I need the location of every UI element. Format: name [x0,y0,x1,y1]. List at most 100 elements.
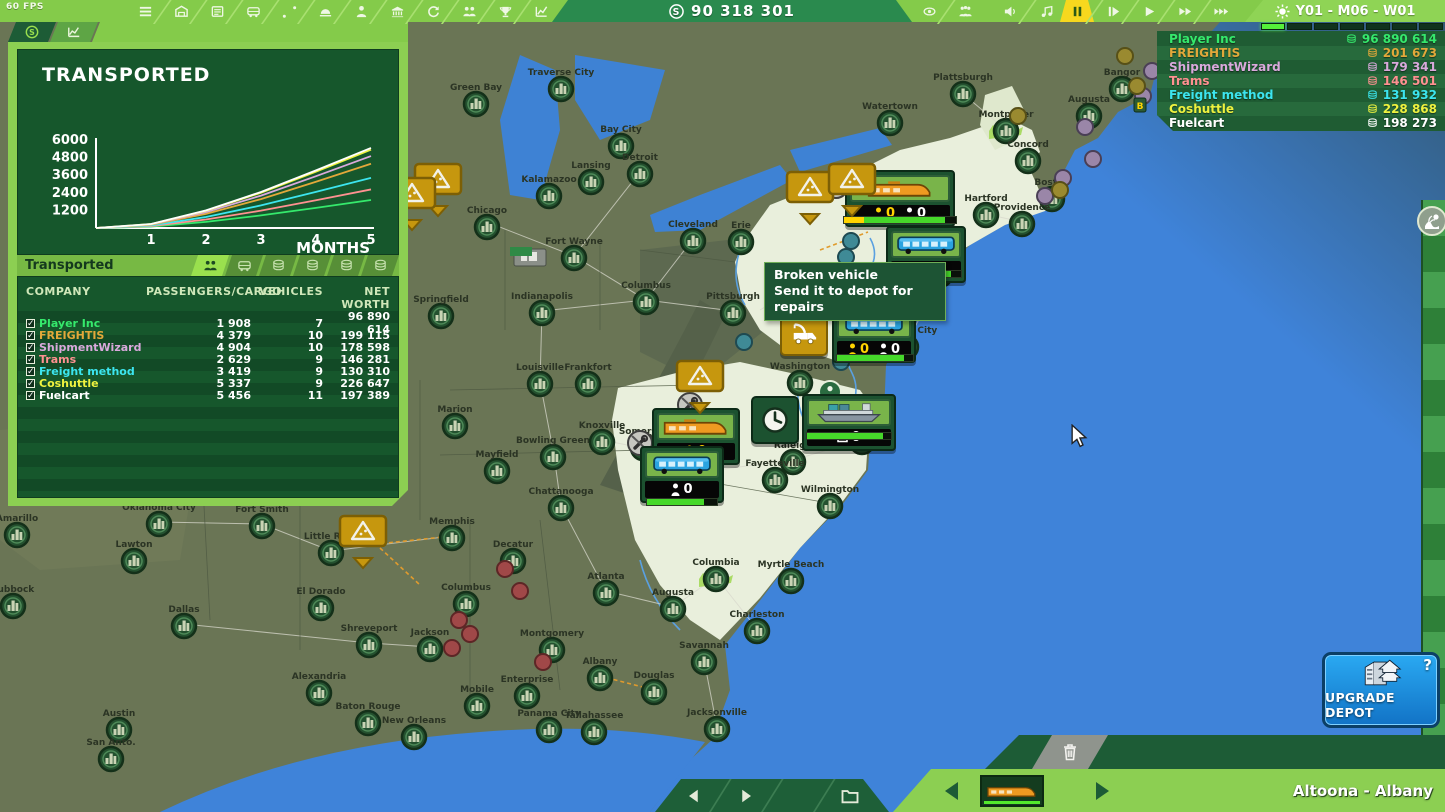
company-checkbox[interactable]: ✓ [26,367,35,376]
table-row[interactable]: ✓Player Inc1 908796 890 614 [18,317,398,329]
metric-tab-coins-2[interactable] [259,255,297,276]
map-nav-prev-button[interactable] [669,786,719,806]
scenery-icon[interactable] [1417,206,1445,236]
city-marker[interactable] [634,290,658,314]
city-marker[interactable] [974,203,998,227]
table-row[interactable]: ✓Freight method3 4199130 310 [18,365,398,377]
map-nav-next-button[interactable] [721,786,771,806]
city-marker[interactable] [692,650,716,674]
city-marker[interactable] [1010,212,1034,236]
city-marker[interactable] [429,304,453,328]
table-row[interactable]: ✓Fuelcart5 45611197 389 [18,389,398,401]
city-marker[interactable] [894,335,918,359]
vehicle-dot-teal[interactable] [736,334,752,350]
city-marker[interactable] [122,549,146,573]
toolbar-crowd-button[interactable] [948,0,982,22]
metric-tab-coins-5[interactable] [361,255,399,276]
company-checkbox[interactable]: ✓ [26,355,35,364]
metric-tab-passengers[interactable] [191,255,229,276]
city-marker[interactable] [537,718,561,742]
city-marker[interactable] [99,747,123,771]
company-checkbox[interactable]: ✓ [26,331,35,340]
toolbar-chart-button[interactable] [524,0,558,22]
leaderboard-row[interactable]: Coshuttle228 868 [1157,102,1445,116]
company-checkbox[interactable]: ✓ [26,391,35,400]
city-marker[interactable] [537,184,561,208]
city-marker[interactable] [172,614,196,638]
city-marker[interactable] [530,301,554,325]
city-marker[interactable] [443,414,467,438]
vehicle-dot-olive[interactable] [1117,48,1133,64]
city-marker[interactable] [357,633,381,657]
vehicle-dot-red[interactable] [451,612,467,628]
city-marker[interactable] [464,92,488,116]
city-marker[interactable] [788,371,812,395]
leaderboard-row[interactable]: Fuelcart198 273 [1157,116,1445,130]
vehicle-dot-red[interactable] [497,561,513,577]
city-marker[interactable] [681,229,705,253]
vehicle-dot-teal[interactable] [833,354,849,370]
table-row[interactable]: ✓FREIGHTIS4 37910199 115 [18,329,398,341]
broken-vehicle-marker[interactable] [888,218,912,242]
help-icon[interactable]: ? [1423,656,1432,674]
city-marker[interactable] [465,694,489,718]
city-marker[interactable] [594,581,618,605]
metric-tab-coins-3[interactable] [293,255,331,276]
vehicle-dot-purple[interactable] [1077,119,1093,135]
city-marker[interactable] [485,459,509,483]
city-marker[interactable] [628,162,652,186]
city-marker[interactable] [549,496,573,520]
leaderboard-row[interactable]: Trams146 501 [1157,74,1445,88]
broken-vehicle-marker[interactable] [824,174,848,198]
city-marker[interactable] [549,77,573,101]
metric-tab-bus[interactable] [225,255,263,276]
city-marker[interactable] [418,637,442,661]
city-marker[interactable] [1016,149,1040,173]
city-marker[interactable] [541,445,565,469]
city-marker[interactable] [729,230,753,254]
city-marker[interactable] [250,514,274,538]
vehicle-dot-olive[interactable] [1052,182,1068,198]
city-marker[interactable] [309,596,333,620]
city-marker[interactable] [475,215,499,239]
vehicle-dot-red[interactable] [462,626,478,642]
vehicle-dot-purple[interactable] [1085,151,1101,167]
vehicle-dot-purple[interactable] [1037,188,1053,204]
tab-finances[interactable]: S [8,22,56,42]
city-marker[interactable] [818,494,842,518]
city-marker[interactable] [319,541,343,565]
broken-vehicle-marker[interactable] [678,393,702,417]
map-nav-folder-button[interactable] [825,786,875,806]
selected-vehicle-thumb[interactable] [980,775,1044,807]
city-marker[interactable] [515,684,539,708]
city-marker[interactable] [745,619,769,643]
company-checkbox[interactable]: ✓ [26,379,35,388]
city-marker[interactable] [147,512,171,536]
company-checkbox[interactable]: ✓ [26,319,35,328]
leaderboard-row[interactable]: ShipmentWizard179 341 [1157,60,1445,74]
leaderboard-row[interactable]: Player Inc96 890 614 [1157,32,1445,46]
city-marker[interactable] [576,372,600,396]
vehicle-dot-red[interactable] [512,583,528,599]
playback-fff-button[interactable] [1204,0,1238,22]
toolbar-music-button[interactable] [1029,0,1063,22]
vehicle-dot-olive[interactable] [1010,108,1026,124]
prev-vehicle-button[interactable] [945,782,958,800]
city-marker[interactable] [402,725,426,749]
leaderboard-row[interactable]: FREIGHTIS201 673 [1157,46,1445,60]
table-row[interactable]: ✓Coshuttle5 3379226 647 [18,377,398,389]
city-marker[interactable] [528,372,552,396]
leaderboard-row[interactable]: Freight method131 932 [1157,88,1445,102]
city-marker[interactable] [307,681,331,705]
city-marker[interactable] [705,717,729,741]
city-marker[interactable] [661,597,685,621]
city-marker[interactable] [763,468,787,492]
city-marker[interactable] [5,523,29,547]
table-row[interactable]: ✓ShipmentWizard4 90410178 598 [18,341,398,353]
vehicle-dot-teal[interactable] [843,233,859,249]
city-marker[interactable] [704,567,728,591]
map-nav-pin-button[interactable] [773,786,823,806]
city-marker[interactable] [642,680,666,704]
broken-vehicle-marker[interactable] [628,431,652,455]
city-marker[interactable] [588,666,612,690]
